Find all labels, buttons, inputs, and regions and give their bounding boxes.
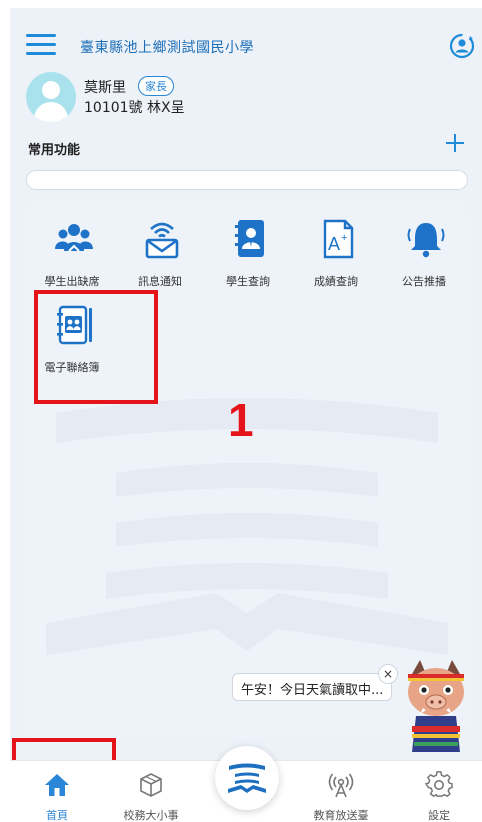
func-attendance[interactable]: 學生出缺席 [30, 203, 114, 291]
nav-broadcast[interactable]: 教育放送臺 [301, 761, 381, 822]
favorites-title: 常用功能 [28, 143, 81, 158]
profile-name: 莫斯里 [84, 80, 126, 96]
nav-label: 校務大小事 [123, 809, 179, 822]
school-name: 臺東縣池上鄉測試國民小學 [80, 40, 254, 56]
svg-text:A: A [328, 234, 340, 254]
role-badge: 家長 [138, 76, 174, 96]
boar-mascot-icon[interactable] [396, 656, 476, 758]
func-student-search[interactable]: 學生查詢 [206, 203, 290, 291]
switch-account-icon[interactable] [448, 32, 476, 60]
func-announcement[interactable]: 公告推播 [382, 203, 466, 291]
func-message-notification[interactable]: 訊息通知 [118, 203, 202, 291]
svg-text:+: + [341, 232, 347, 244]
attendance-icon [55, 224, 93, 252]
avatar [26, 72, 76, 122]
nav-settings[interactable]: 設定 [399, 761, 479, 822]
step-number: 1 [228, 394, 254, 446]
grade-query-icon: A + [323, 219, 354, 259]
nav-label: 教育放送臺 [313, 809, 369, 822]
cube-icon [140, 773, 162, 797]
func-label: 成績查詢 [314, 275, 358, 288]
func-label: 訊息通知 [138, 275, 182, 288]
highlight-contact-book [34, 290, 158, 404]
home-icon [45, 774, 69, 796]
message-notification-icon [145, 222, 179, 259]
broadcast-icon [328, 773, 354, 798]
weather-bubble: 午安！今日天氣讀取中... [232, 673, 393, 701]
profile-card[interactable]: 莫斯里 家長 10101號 林X呈 [26, 72, 466, 130]
gear-icon [425, 771, 453, 797]
close-icon[interactable]: × [378, 664, 398, 684]
favorites-bar[interactable] [26, 170, 468, 190]
nav-school-affairs[interactable]: 校務大小事 [111, 761, 191, 822]
func-label: 學生查詢 [226, 275, 270, 288]
func-label: 公告推播 [402, 275, 446, 288]
nav-label: 設定 [428, 809, 450, 822]
announcement-bell-icon [407, 223, 445, 258]
func-label: 學生出缺席 [44, 275, 100, 288]
center-logo-icon [228, 763, 266, 793]
student-seat: 10101號 林X呈 [84, 100, 185, 116]
app-screen: 臺東縣池上鄉測試國民小學 莫斯里 家長 10101號 林X呈 常用功能 學生出缺… [10, 8, 482, 822]
student-search-icon [235, 220, 264, 257]
nav-label: 首頁 [46, 809, 68, 822]
func-grade-query[interactable]: A + 成績查詢 [294, 203, 378, 291]
nav-home[interactable]: 首頁 [17, 761, 97, 822]
plus-icon[interactable] [444, 132, 466, 154]
hamburger-menu-icon[interactable] [26, 34, 56, 56]
center-logo-button[interactable] [215, 746, 279, 810]
